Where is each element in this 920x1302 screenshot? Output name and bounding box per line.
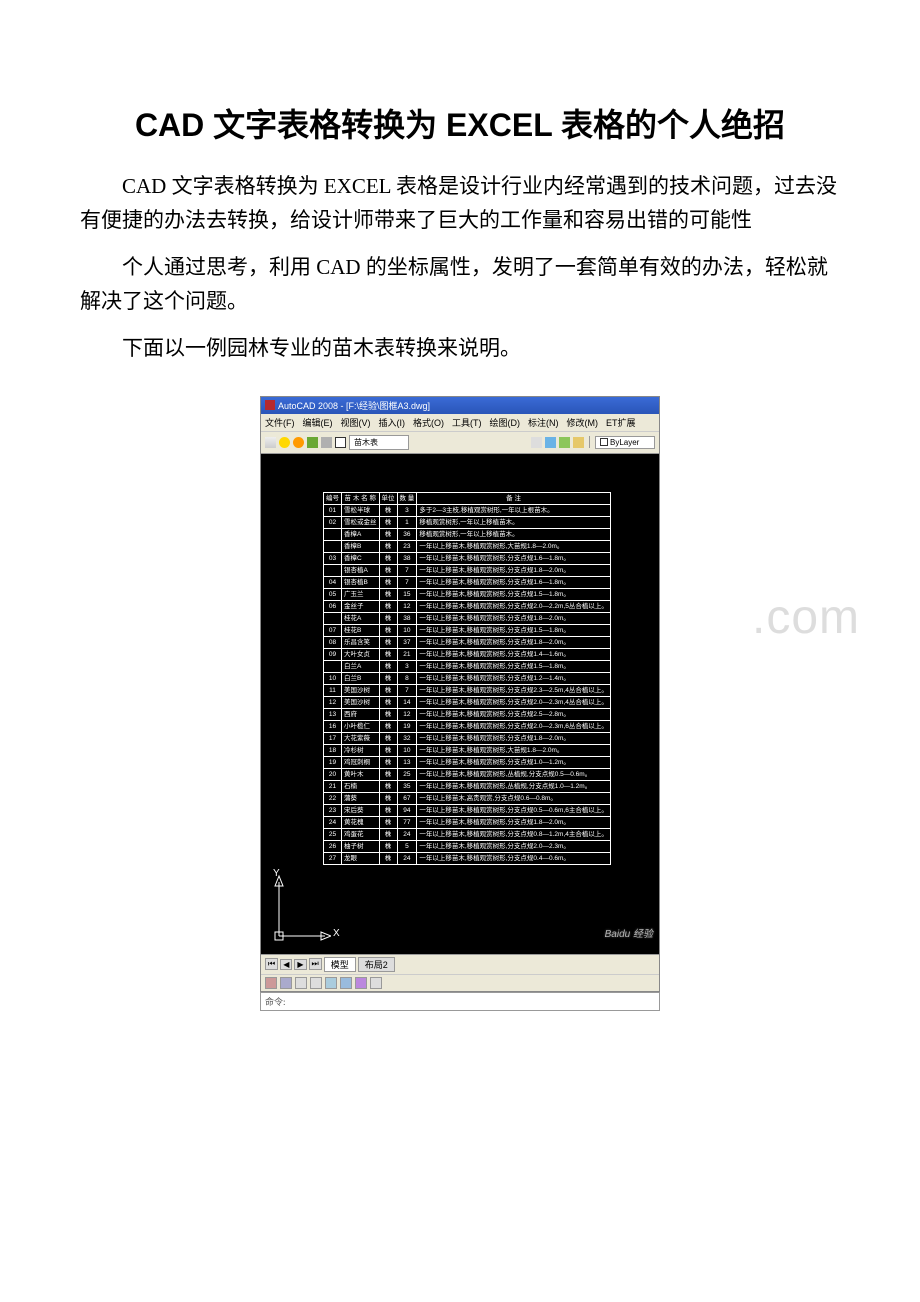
table-row: 21石楠株35一年以上移苗木,移植观赏树形,丛植规,分支点规1.0—1.2m。: [324, 780, 611, 792]
grid-icon[interactable]: [280, 977, 292, 989]
paragraph-2: 个人通过思考，利用 CAD 的坐标属性，发明了一套简单有效的办法，轻松就解决了这…: [80, 251, 840, 318]
menu-view[interactable]: 视图(V): [341, 416, 371, 429]
snap-icon[interactable]: [265, 977, 277, 989]
table-row: 12美国沙树株14一年以上移苗木,移植观赏树形,分支点规2.0—2.3m,4丛合…: [324, 696, 611, 708]
table-row: 20黄叶木株25一年以上移苗木,移植观赏树形,丛植规,分支点规0.5—0.6m。: [324, 768, 611, 780]
table-row: 22蒲葵株67一年以上移苗木,高贵观赏,分支点规0.6—0.8m。: [324, 792, 611, 804]
page-watermark: .com: [752, 590, 860, 645]
paragraph-1: CAD 文字表格转换为 EXCEL 表格是设计行业内经常遇到的技术问题，过去没有…: [80, 170, 840, 237]
otrack-icon[interactable]: [340, 977, 352, 989]
col-remark: 备 注: [417, 492, 611, 504]
ucs-y-label: Y: [273, 868, 280, 879]
lock-icon[interactable]: [307, 437, 318, 448]
layer-name: 苗木表: [354, 437, 378, 448]
tab-layout2[interactable]: 布局2: [358, 957, 395, 972]
autocad-screenshot: AutoCAD 2008 - [F:\经验\图框A3.dwg] 文件(F) 编辑…: [260, 396, 660, 992]
tool-icon-1[interactable]: [545, 437, 556, 448]
table-row: 10白兰B株8一年以上移苗木,移植观赏树形,分支点规1.2—1.4m。: [324, 672, 611, 684]
tab-nav-next[interactable]: ▶: [294, 959, 306, 970]
table-row: 01雪松半球株3多于2—3主枝,移植观赏树形,一年以上根苗木。: [324, 504, 611, 516]
status-bar: [261, 974, 659, 991]
col-qty: 数 量: [397, 492, 417, 504]
dyn-icon[interactable]: [355, 977, 367, 989]
menu-modify[interactable]: 修改(M): [567, 416, 599, 429]
table-row: 26柚子树株5一年以上移苗木,移植观赏树形,分支点规2.0—2.3m。: [324, 840, 611, 852]
tab-nav-last[interactable]: ⏭: [309, 958, 322, 970]
color-swatch[interactable]: [335, 437, 346, 448]
table-row: 银杏植A株7一年以上移苗木,移植观赏树形,分支点规1.8—2.0m。: [324, 564, 611, 576]
app-icon: [265, 400, 275, 410]
toolbar: 苗木表 ByLayer: [261, 431, 659, 454]
table-row: 17大花紫薇株32一年以上移苗木,移植观赏树形,分支点规1.8—2.0m。: [324, 732, 611, 744]
color-dropdown[interactable]: ByLayer: [595, 436, 655, 449]
table-header-row: 编号 苗 木 名 称 单位 数 量 备 注: [324, 492, 611, 504]
layout-tab-bar: ⏮ ◀ ▶ ⏭ 模型 布局2: [261, 954, 659, 974]
baidu-watermark: Baidu 经验: [605, 925, 653, 940]
col-tree: 苗 木 名 称: [342, 492, 380, 504]
table-row: 09大叶女贞株21一年以上移苗木,移植观赏树形,分支点规1.4—1.6m。: [324, 648, 611, 660]
table-row: 23宋后葵株94一年以上移苗木,移植观赏树形,分支点规0.5—0.6m,6主合植…: [324, 804, 611, 816]
tab-nav-first[interactable]: ⏮: [265, 958, 278, 970]
menu-bar[interactable]: 文件(F) 编辑(E) 视图(V) 插入(I) 格式(O) 工具(T) 绘图(D…: [261, 414, 659, 431]
command-prompt: 命令:: [265, 997, 286, 1007]
bylayer-label: ByLayer: [610, 438, 639, 447]
layers-icon[interactable]: [265, 437, 276, 448]
menu-file[interactable]: 文件(F): [265, 416, 295, 429]
table-row: 桂花A株38一年以上移苗木,移植观赏树形,分支点规1.8—2.0m。: [324, 612, 611, 624]
table-row: 27龙眼株24一年以上移苗木,移植观赏树形,分支点规0.4—0.6m。: [324, 852, 611, 864]
table-row: 06金丝子株12一年以上移苗木,移植观赏树形,分支点规2.0—2.2m,5丛合植…: [324, 600, 611, 612]
lwt-icon[interactable]: [370, 977, 382, 989]
paragraph-3: 下面以一例园林专业的苗木表转换来说明。: [80, 332, 840, 366]
menu-et[interactable]: ET扩展: [606, 416, 636, 429]
table-row: 07桂花B株10一年以上移苗木,移植观赏树形,分支点规1.5—1.8m。: [324, 624, 611, 636]
table-row: 11美国沙树株7一年以上移苗木,移植观赏树形,分支点规2.3—2.5m,4丛合植…: [324, 684, 611, 696]
menu-insert[interactable]: 插入(I): [379, 416, 406, 429]
tool-icon-3[interactable]: [573, 437, 584, 448]
dropdown-icon[interactable]: [531, 437, 542, 448]
color-swatch-small: [600, 438, 608, 446]
ortho-icon[interactable]: [295, 977, 307, 989]
table-row: 13西府株12一年以上移苗木,移植观赏树形,分支点规2.5—2.8m。: [324, 708, 611, 720]
table-row: 香樟B株23一年以上移苗木,移植观赏树形,大苗规1.8—2.0m。: [324, 540, 611, 552]
menu-dim[interactable]: 标注(N): [528, 416, 559, 429]
ucs-x-label: X: [333, 928, 340, 939]
menu-edit[interactable]: 编辑(E): [303, 416, 333, 429]
menu-draw[interactable]: 绘图(D): [490, 416, 521, 429]
table-row: 05广玉兰株15一年以上移苗木,移植观赏树形,分支点规1.5—1.8m。: [324, 588, 611, 600]
col-unit: 单位: [379, 492, 397, 504]
table-row: 03香樟C株38一年以上移苗木,移植观赏树形,分支点规1.6—1.8m。: [324, 552, 611, 564]
menu-tools[interactable]: 工具(T): [452, 416, 482, 429]
table-row: 19鸡冠刺桐株13一年以上移苗木,移植观赏树形,分支点规1.0—1.2m。: [324, 756, 611, 768]
table-row: 24黄花槐株77一年以上移苗木,移植观赏树形,分支点规1.8—2.0m。: [324, 816, 611, 828]
page-title: CAD 文字表格转换为 EXCEL 表格的个人绝招: [80, 100, 840, 146]
layer-dropdown[interactable]: 苗木表: [349, 435, 409, 450]
table-row: 02雪松或金丝株1移植观赏树形,一年以上移植苗木。: [324, 516, 611, 528]
lightbulb-icon[interactable]: [279, 437, 290, 448]
table-row: 香樟A株36移植观赏树形,一年以上移植苗木。: [324, 528, 611, 540]
plot-icon[interactable]: [321, 437, 332, 448]
polar-icon[interactable]: [310, 977, 322, 989]
col-num: 编号: [324, 492, 342, 504]
table-row: 白兰A株3一年以上移苗木,移植观赏树形,分支点规1.5—1.8m。: [324, 660, 611, 672]
table-row: 08乐昌含笑株37一年以上移苗木,移植观赏树形,分支点规1.8—2.0m。: [324, 636, 611, 648]
command-line[interactable]: 命令:: [260, 992, 660, 1011]
tab-model[interactable]: 模型: [324, 957, 356, 972]
table-row: 18冷杉树株10一年以上移苗木,移植观赏树形,大苗规1.8—2.0m。: [324, 744, 611, 756]
table-row: 16小叶榄仁株19一年以上移苗木,移植观赏树形,分支点规2.0—2.3m,6丛合…: [324, 720, 611, 732]
osnap-icon[interactable]: [325, 977, 337, 989]
sun-icon[interactable]: [293, 437, 304, 448]
menu-format[interactable]: 格式(O): [413, 416, 444, 429]
table-row: 04银杏植B株7一年以上移苗木,移植观赏树形,分支点规1.6—1.8m。: [324, 576, 611, 588]
window-titlebar: AutoCAD 2008 - [F:\经验\图框A3.dwg]: [261, 397, 659, 414]
tool-icon-2[interactable]: [559, 437, 570, 448]
table-row: 25鸡蛋花株24一年以上移苗木,移植观赏树形,分支点规0.8—1.2m,4主合植…: [324, 828, 611, 840]
cad-text-table: 编号 苗 木 名 称 单位 数 量 备 注 01雪松半球株3多于2—3主枝,移植…: [323, 492, 611, 865]
tab-nav-prev[interactable]: ◀: [280, 959, 292, 970]
drawing-canvas[interactable]: 编号 苗 木 名 称 单位 数 量 备 注 01雪松半球株3多于2—3主枝,移植…: [261, 454, 659, 954]
ucs-indicator: Y X: [271, 874, 331, 944]
window-title-text: AutoCAD 2008 - [F:\经验\图框A3.dwg]: [278, 399, 430, 412]
